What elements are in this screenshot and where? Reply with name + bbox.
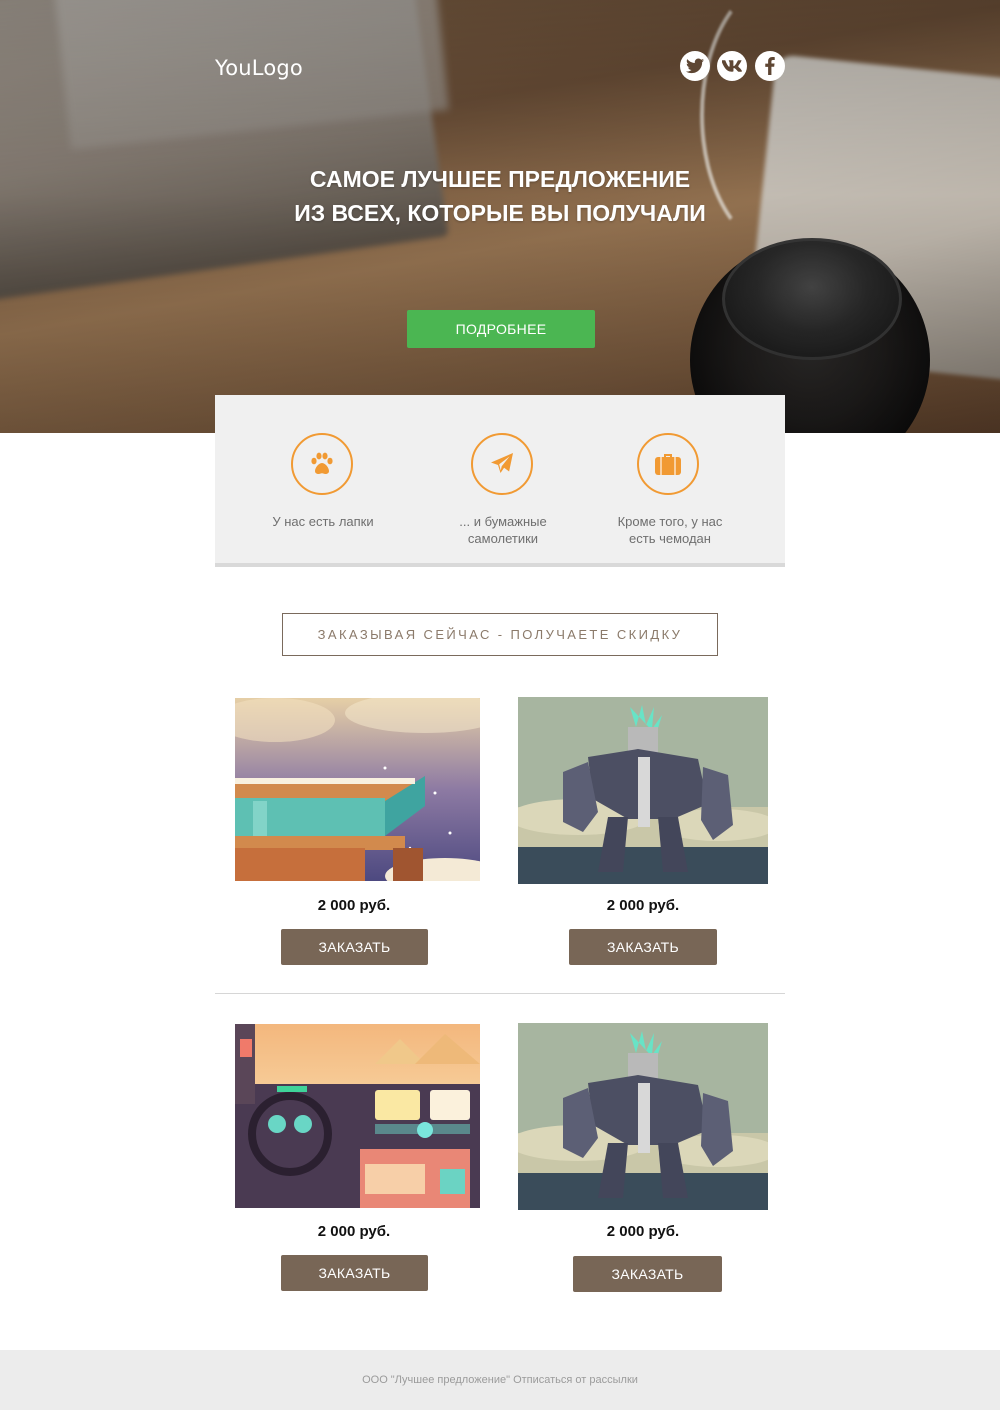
order-button-1[interactable]: ЗАКАЗАТЬ [281, 929, 428, 965]
discount-banner: ЗАКАЗЫВАЯ СЕЙЧАС - ПОЛУЧАЕТЕ СКИДКУ [282, 613, 718, 656]
product-image-car-dashboard[interactable] [235, 1024, 480, 1208]
footer-text[interactable]: ООО "Лучшее предложение" Отписаться от р… [362, 1374, 638, 1386]
headline: САМОЕ ЛУЧШЕЕ ПРЕДЛОЖЕНИЕ ИЗ ВСЕХ, КОТОРЫ… [200, 162, 800, 230]
feature-paws-label: У нас есть лапки [228, 513, 418, 530]
feature-suitcase-label: Кроме того, у нас есть чемодан [575, 513, 765, 547]
product-image-robot-1[interactable] [518, 697, 768, 884]
feature-paws-line-1: У нас есть лапки [272, 514, 374, 529]
paw-icon [291, 433, 353, 495]
details-button[interactable]: ПОДРОБНЕЕ [407, 310, 595, 348]
product-price-1: 2 000 руб. [317, 897, 391, 914]
product-image-house[interactable] [235, 698, 480, 881]
product-price-4: 2 000 руб. [606, 1223, 680, 1240]
product-price-2: 2 000 руб. [606, 897, 680, 914]
product-image-robot-2[interactable] [518, 1023, 768, 1210]
order-button-4[interactable]: ЗАКАЗАТЬ [573, 1256, 722, 1292]
feature-planes-line-1: ... и бумажные [459, 514, 547, 529]
product-price-3: 2 000 руб. [317, 1223, 391, 1240]
features-panel: У нас есть лапки ... и бумажные самолети… [215, 395, 785, 567]
order-button-3[interactable]: ЗАКАЗАТЬ [281, 1255, 428, 1291]
footer: ООО "Лучшее предложение" Отписаться от р… [0, 1350, 1000, 1410]
vk-icon[interactable] [717, 51, 747, 81]
headline-line-1: САМОЕ ЛУЧШЕЕ ПРЕДЛОЖЕНИЕ [309, 166, 691, 192]
logo[interactable]: YouLogo [215, 56, 303, 80]
feature-planes-line-2: самолетики [467, 531, 539, 546]
suitcase-icon [637, 433, 699, 495]
facebook-icon[interactable] [755, 51, 785, 81]
headline-line-2: ИЗ ВСЕХ, КОТОРЫЕ ВЫ ПОЛУЧАЛИ [294, 200, 706, 226]
twitter-icon[interactable] [680, 51, 710, 81]
feature-suitcase-line-2: есть чемодан [629, 531, 711, 546]
products-divider [215, 993, 785, 994]
feature-planes-label: ... и бумажные самолетики [408, 513, 598, 547]
paper-plane-icon [471, 433, 533, 495]
order-button-2[interactable]: ЗАКАЗАТЬ [569, 929, 717, 965]
feature-suitcase-line-1: Кроме того, у нас [617, 514, 723, 529]
hero-banner: YouLogo САМОЕ ЛУЧШЕЕ ПРЕДЛОЖЕНИЕ ИЗ ВСЕХ… [0, 0, 1000, 433]
